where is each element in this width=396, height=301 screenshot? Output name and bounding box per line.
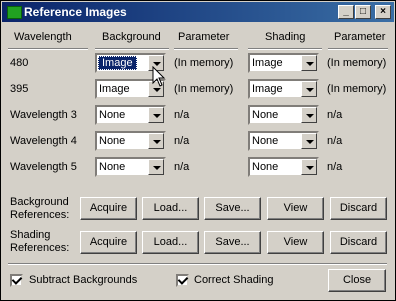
shading-discard-button[interactable]: Discard: [330, 231, 387, 254]
wavelength-label: Wavelength 4: [10, 135, 77, 147]
shading-select-value: None: [252, 109, 279, 121]
shading-parameter: (In memory): [327, 57, 387, 69]
shading-parameter: (In memory): [327, 83, 387, 95]
footer-divider: [8, 263, 387, 265]
background-select-value: None: [99, 135, 126, 147]
background-parameter: n/a: [174, 109, 190, 121]
background-acquire-button[interactable]: Acquire: [80, 197, 137, 220]
background-references-label-line2: References:: [10, 209, 70, 221]
header-divider: [8, 48, 88, 50]
background-parameter: n/a: [174, 161, 190, 173]
shading-references-label-line2: References:: [10, 242, 70, 254]
background-select-value: Image: [98, 56, 137, 70]
shading-acquire-button[interactable]: Acquire: [80, 231, 137, 254]
shading-select[interactable]: None: [248, 105, 319, 125]
mouse-cursor-icon: [152, 66, 166, 87]
background-view-button[interactable]: View: [267, 197, 324, 220]
shading-references-label: Shading: [10, 229, 51, 241]
shading-parameter: n/a: [327, 109, 343, 121]
chevron-down-icon[interactable]: [301, 107, 317, 123]
chevron-down-icon[interactable]: [148, 107, 164, 123]
background-select-value: None: [99, 109, 126, 121]
wavelength-label: Wavelength 3: [10, 109, 77, 121]
shading-save-button[interactable]: Save...: [204, 231, 261, 254]
close-button[interactable]: Close: [328, 269, 386, 292]
shading-select[interactable]: Image: [248, 53, 319, 73]
background-save-button[interactable]: Save...: [204, 197, 261, 220]
header-parameter-shading: Parameter: [334, 31, 386, 43]
background-discard-button[interactable]: Discard: [330, 197, 387, 220]
chevron-down-icon[interactable]: [301, 159, 317, 175]
header-background: Background: [102, 31, 161, 43]
shading-select[interactable]: Image: [248, 79, 319, 99]
header-divider: [328, 48, 388, 50]
close-window-button[interactable]: ×: [375, 5, 391, 19]
background-select-value: Image: [99, 83, 130, 95]
header-divider: [95, 48, 169, 50]
shading-select[interactable]: None: [248, 131, 319, 151]
chevron-down-icon[interactable]: [301, 81, 317, 97]
app-icon: [7, 6, 22, 19]
subtract-backgrounds-label: Subtract Backgrounds: [29, 274, 138, 286]
background-select[interactable]: None: [95, 157, 166, 177]
correct-shading-checkbox[interactable]: [176, 274, 189, 287]
header-shading: Shading: [265, 31, 306, 43]
chevron-down-icon[interactable]: [301, 133, 317, 149]
maximize-button[interactable]: □: [355, 5, 371, 19]
background-references-label: Background: [10, 196, 69, 208]
shading-select-value: None: [252, 161, 279, 173]
window-title: Reference Images: [24, 5, 127, 19]
background-load-button[interactable]: Load...: [142, 197, 199, 220]
background-select[interactable]: None: [95, 131, 166, 151]
shading-select-value: Image: [252, 83, 283, 95]
correct-shading-label: Correct Shading: [194, 274, 274, 286]
title-bar[interactable]: Reference Images _ □ ×: [2, 2, 394, 22]
shading-select[interactable]: None: [248, 157, 319, 177]
subtract-backgrounds-checkbox[interactable]: [10, 274, 23, 287]
shading-parameter: n/a: [327, 135, 343, 147]
background-select[interactable]: None: [95, 105, 166, 125]
wavelength-label: 480: [10, 57, 29, 69]
header-parameter-background: Parameter: [178, 31, 230, 43]
header-wavelength: Wavelength: [14, 31, 72, 43]
background-parameter: (In memory): [174, 57, 234, 69]
background-parameter: (In memory): [174, 83, 234, 95]
shading-load-button[interactable]: Load...: [142, 231, 199, 254]
wavelength-label: Wavelength 5: [10, 161, 77, 173]
minimize-button[interactable]: _: [338, 5, 354, 19]
shading-select-value: None: [252, 135, 279, 147]
shading-view-button[interactable]: View: [267, 231, 324, 254]
reference-images-window: Reference Images _ □ × Wavelength Backgr…: [0, 0, 396, 301]
chevron-down-icon[interactable]: [148, 159, 164, 175]
chevron-down-icon[interactable]: [301, 55, 317, 71]
background-select-value: None: [99, 161, 126, 173]
header-divider: [174, 48, 238, 50]
header-divider: [248, 48, 322, 50]
shading-select-value: Image: [252, 57, 283, 69]
chevron-down-icon[interactable]: [148, 133, 164, 149]
wavelength-label: 395: [10, 83, 29, 95]
shading-parameter: n/a: [327, 161, 343, 173]
background-parameter: n/a: [174, 135, 190, 147]
